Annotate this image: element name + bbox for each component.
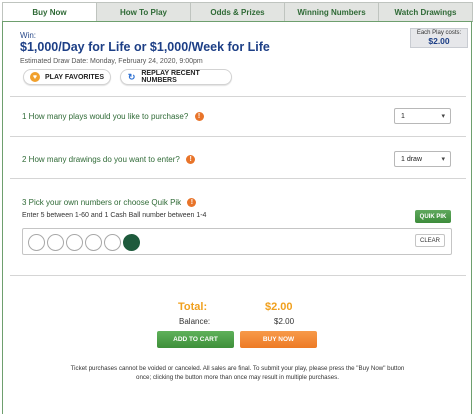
plays-select-value: 1 — [401, 112, 405, 120]
tab-how-to-play[interactable]: How To Play — [96, 2, 191, 22]
question-pick-text: 3 Pick your own numbers or choose Quik P… — [22, 198, 182, 207]
tab-bar: Buy Now How To Play Odds & Prizes Winnin… — [2, 2, 473, 22]
replay-icon: ↻ — [127, 71, 136, 82]
pick-instructions: Enter 5 between 1-60 and 1 Cash Ball num… — [22, 212, 207, 219]
heart-icon: ♥ — [30, 72, 40, 82]
divider — [10, 275, 466, 276]
tab-buy-now[interactable]: Buy Now — [2, 2, 97, 22]
draw-date: Estimated Draw Date: Monday, February 24… — [20, 58, 203, 65]
info-icon[interactable]: ! — [186, 155, 196, 165]
info-icon[interactable]: ! — [194, 112, 204, 122]
replay-recent-button[interactable]: ↻ REPLAY RECENT NUMBERS — [120, 69, 232, 85]
buy-now-button[interactable]: BUY NOW — [240, 331, 317, 348]
number-entry-box — [22, 228, 452, 255]
drawings-select-value: 1 draw — [401, 155, 423, 163]
balance-label: Balance: — [179, 317, 211, 326]
drawings-select[interactable]: 1 draw ▾ — [394, 151, 451, 167]
divider — [10, 178, 466, 179]
clear-button[interactable]: CLEAR — [415, 234, 445, 247]
purchase-disclaimer: Ticket purchases cannot be voided or can… — [70, 365, 405, 381]
tab-odds-prizes[interactable]: Odds & Prizes — [190, 2, 285, 22]
question-pick-numbers: 3 Pick your own numbers or choose Quik P… — [22, 198, 197, 208]
tab-watch-drawings[interactable]: Watch Drawings — [378, 2, 473, 22]
number-ball[interactable] — [66, 234, 83, 251]
number-ball[interactable] — [85, 234, 102, 251]
number-ball[interactable] — [28, 234, 45, 251]
play-cost-box: Each Play costs: $2.00 — [410, 28, 468, 48]
play-favorites-button[interactable]: ♥ PLAY FAVORITES — [23, 69, 111, 85]
divider — [10, 136, 466, 137]
tab-winning-numbers[interactable]: Winning Numbers — [284, 2, 379, 22]
question-drawings: 2 How many drawings do you want to enter… — [22, 155, 196, 165]
play-favorites-label: PLAY FAVORITES — [45, 73, 104, 81]
total-value: $2.00 — [265, 301, 293, 313]
win-label: Win: — [20, 31, 36, 40]
question-plays: 1 How many plays would you like to purch… — [22, 112, 204, 122]
info-icon[interactable]: ! — [187, 198, 197, 208]
cash-ball[interactable] — [123, 234, 140, 251]
balance-value: $2.00 — [274, 317, 295, 326]
divider — [10, 96, 466, 97]
quik-pik-button[interactable]: QUIK PIK — [415, 210, 451, 223]
question-drawings-text: 2 How many drawings do you want to enter… — [22, 155, 180, 164]
number-ball[interactable] — [104, 234, 121, 251]
add-to-cart-button[interactable]: ADD TO CART — [157, 331, 234, 348]
replay-recent-label: REPLAY RECENT NUMBERS — [141, 70, 200, 84]
total-label: Total: — [178, 301, 208, 313]
game-title: $1,000/Day for Life or $1,000/Week for L… — [20, 40, 270, 54]
number-ball[interactable] — [47, 234, 64, 251]
play-cost-value: $2.00 — [428, 36, 450, 46]
chevron-down-icon: ▾ — [441, 156, 445, 163]
chevron-down-icon: ▾ — [441, 113, 445, 120]
plays-select[interactable]: 1 ▾ — [394, 108, 451, 124]
question-plays-text: 1 How many plays would you like to purch… — [22, 112, 189, 121]
